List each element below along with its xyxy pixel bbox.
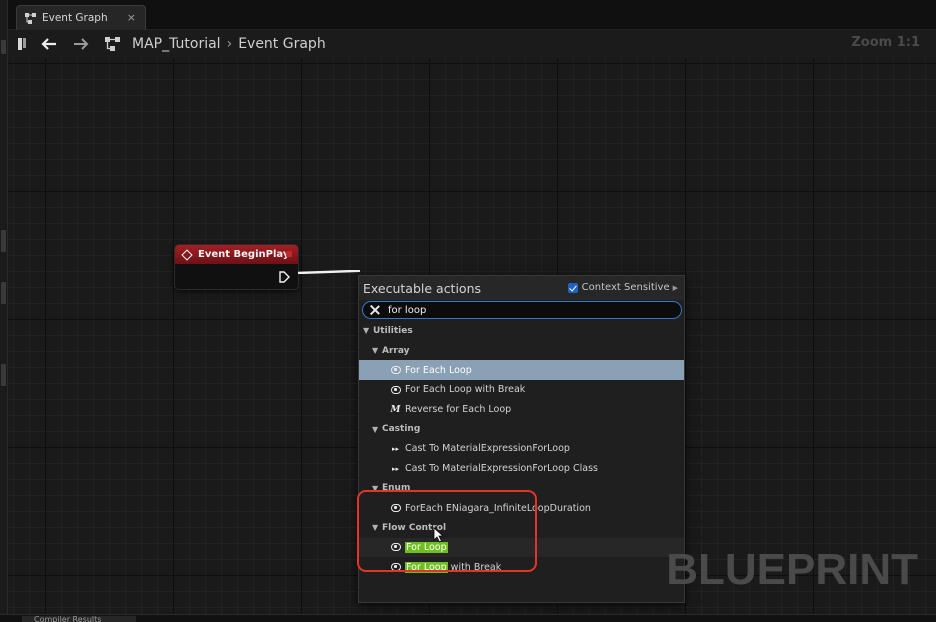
- context-sensitive-label: Context Sensitive: [581, 282, 670, 293]
- tab-event-graph[interactable]: Event Graph ×: [16, 5, 146, 30]
- exec-pin-icon[interactable]: [278, 271, 290, 283]
- action-label: Reverse for Each Loop: [405, 404, 512, 416]
- action-menu-title: Executable actions: [363, 280, 482, 296]
- chevron-right-icon[interactable]: ▶: [673, 284, 678, 292]
- action-label: For Each Loop: [405, 364, 472, 376]
- action-label: Cast To MaterialExpressionForLoop: [405, 443, 570, 455]
- back-button[interactable]: [38, 33, 60, 55]
- chevron-down-icon: ▼: [363, 326, 370, 336]
- breadcrumb-separator: ›: [226, 36, 233, 52]
- context-sensitive-toggle[interactable]: Context Sensitive ▶: [567, 282, 678, 293]
- event-node[interactable]: Event BeginPlay: [174, 244, 299, 290]
- action-for-each-loop-with-break[interactable]: For Each Loop with Break: [359, 380, 684, 400]
- arrow-right-icon: [74, 38, 89, 50]
- breadcrumb-item[interactable]: MAP_Tutorial: [132, 36, 221, 52]
- tab-compiler-results[interactable]: Compiler Results: [22, 616, 136, 622]
- subcategory-array[interactable]: ▼ Array: [359, 341, 684, 361]
- action-cast-to-material-expression-for-loop[interactable]: ▸▸ Cast To MaterialExpressionForLoop: [359, 439, 684, 459]
- cast-icon: ▸▸: [391, 464, 400, 473]
- bottom-panel-bar: [0, 614, 936, 622]
- action-cast-to-material-expression-for-loop-class[interactable]: ▸▸ Cast To MaterialExpressionForLoop Cla…: [359, 459, 684, 479]
- graph-icon: [102, 33, 124, 55]
- node-header: Event BeginPlay: [175, 245, 298, 264]
- action-for-each-loop[interactable]: For Each Loop: [359, 360, 684, 381]
- panel-toggle-button[interactable]: [12, 33, 34, 55]
- annotation-highlight-box: [357, 490, 537, 572]
- node-title: Event BeginPlay: [198, 249, 290, 260]
- action-reverse-for-each-loop[interactable]: M Reverse for Each Loop: [359, 400, 684, 420]
- for-each-loop-icon: [389, 365, 402, 376]
- mouse-cursor-icon: [433, 527, 445, 543]
- forward-button[interactable]: [70, 33, 92, 55]
- category-label: Casting: [382, 424, 421, 435]
- search-input[interactable]: [388, 304, 648, 316]
- subcategory-casting[interactable]: ▼ Casting: [359, 419, 684, 439]
- event-icon: [181, 248, 193, 261]
- cast-icon: ▸▸: [391, 444, 400, 453]
- arrow-left-icon: [41, 38, 56, 50]
- action-label: Cast To MaterialExpressionForLoop Class: [405, 463, 598, 475]
- left-panel-strip: [0, 0, 8, 622]
- blueprint-editor: Event Graph × MAP_Tutorial › Event Graph…: [0, 0, 936, 622]
- chevron-down-icon: ▼: [372, 346, 379, 356]
- graph-toolbar: MAP_Tutorial › Event Graph Zoom 1:1: [8, 30, 936, 58]
- breadcrumb-item[interactable]: Event Graph: [238, 36, 326, 52]
- action-menu-header: Executable actions Context Sensitive ▶: [359, 276, 684, 300]
- tab-label: Event Graph: [42, 12, 108, 24]
- clear-search-icon[interactable]: [370, 305, 380, 315]
- category-label: Utilities: [373, 325, 413, 336]
- category-label: Array: [382, 345, 410, 356]
- zoom-level: Zoom 1:1: [851, 35, 920, 50]
- loop-icon: [389, 384, 402, 395]
- exec-wire: [298, 270, 360, 274]
- blueprint-watermark: BLUEPRINT: [666, 545, 918, 594]
- graph-icon: [25, 12, 36, 24]
- checkbox-icon[interactable]: [567, 282, 578, 293]
- action-label: For Each Loop with Break: [405, 384, 526, 396]
- close-icon[interactable]: ×: [127, 11, 136, 24]
- node-indicator-icon: [286, 251, 292, 257]
- strip-marker[interactable]: [1, 364, 6, 386]
- strip-marker[interactable]: [1, 230, 6, 252]
- strip-marker[interactable]: [1, 40, 6, 54]
- panel-icon: [18, 38, 26, 50]
- chevron-down-icon: ▼: [372, 424, 379, 434]
- category-utilities[interactable]: ▼ Utilities: [359, 321, 684, 341]
- breadcrumb: MAP_Tutorial › Event Graph: [132, 36, 326, 52]
- search-box[interactable]: [362, 301, 682, 319]
- strip-marker[interactable]: [1, 282, 6, 304]
- tab-bar: Event Graph ×: [8, 0, 936, 30]
- macro-icon: M: [390, 404, 401, 415]
